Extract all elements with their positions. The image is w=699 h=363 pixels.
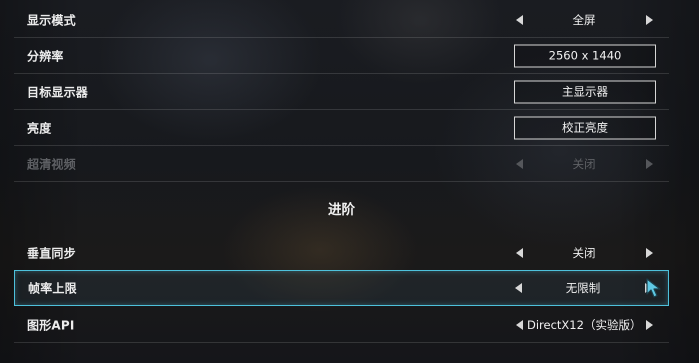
target-display-button[interactable]: 主显示器 bbox=[514, 80, 656, 103]
setting-row-graphics-api[interactable]: 图形API DirectX12（实验版） bbox=[14, 307, 669, 343]
selector-value: DirectX12（实验版） bbox=[527, 317, 642, 332]
vsync-selector[interactable]: 关闭 bbox=[513, 243, 655, 263]
selector-value: 关闭 bbox=[572, 245, 596, 260]
arrow-left-icon[interactable] bbox=[512, 281, 524, 295]
setting-label: 目标显示器 bbox=[27, 85, 89, 99]
setting-row-target-display[interactable]: 目标显示器 主显示器 bbox=[14, 74, 669, 110]
setting-label: 分辨率 bbox=[27, 49, 64, 63]
setting-row-frame-rate-cap[interactable]: 帧率上限 无限制 bbox=[14, 270, 669, 306]
hd-video-selector: 关闭 bbox=[513, 154, 655, 174]
setting-row-brightness[interactable]: 亮度 校正亮度 bbox=[14, 110, 669, 146]
arrow-right-icon[interactable] bbox=[643, 318, 655, 332]
arrow-left-icon[interactable] bbox=[513, 13, 525, 27]
selector-value: 全屏 bbox=[572, 12, 596, 27]
display-mode-selector[interactable]: 全屏 bbox=[513, 10, 655, 30]
setting-label: 亮度 bbox=[27, 121, 52, 135]
setting-label: 垂直同步 bbox=[27, 246, 76, 260]
arrow-left-icon[interactable] bbox=[513, 246, 525, 260]
section-title-advanced: 进阶 bbox=[328, 202, 355, 218]
arrow-right-icon[interactable] bbox=[643, 13, 655, 27]
setting-row-resolution[interactable]: 分辨率 2560 x 1440 bbox=[14, 38, 669, 74]
arrow-right-icon[interactable] bbox=[643, 246, 655, 260]
graphics-api-selector[interactable]: DirectX12（实验版） bbox=[513, 315, 655, 335]
setting-label: 超清视频 bbox=[27, 157, 76, 171]
setting-row-vsync[interactable]: 垂直同步 关闭 bbox=[14, 235, 669, 271]
setting-label: 帧率上限 bbox=[28, 281, 77, 296]
resolution-button[interactable]: 2560 x 1440 bbox=[514, 44, 656, 67]
selector-value: 关闭 bbox=[572, 156, 596, 171]
mouse-pointer-icon bbox=[646, 278, 661, 298]
setting-label: 图形API bbox=[27, 318, 75, 332]
frame-rate-cap-selector[interactable]: 无限制 bbox=[512, 278, 654, 298]
selector-value: 无限制 bbox=[565, 281, 601, 295]
arrow-right-icon bbox=[643, 157, 655, 171]
setting-label: 显示模式 bbox=[27, 13, 76, 27]
setting-row-hd-video: 超清视频 关闭 bbox=[14, 146, 669, 182]
display-settings-panel: 显示模式 全屏 分辨率 2560 x 1440 目标显示器 主显示器 亮度 校正… bbox=[14, 0, 669, 363]
setting-row-display-mode[interactable]: 显示模式 全屏 bbox=[14, 2, 669, 38]
calibrate-brightness-button[interactable]: 校正亮度 bbox=[514, 116, 656, 139]
arrow-left-icon bbox=[513, 157, 525, 171]
arrow-left-icon[interactable] bbox=[513, 318, 525, 332]
